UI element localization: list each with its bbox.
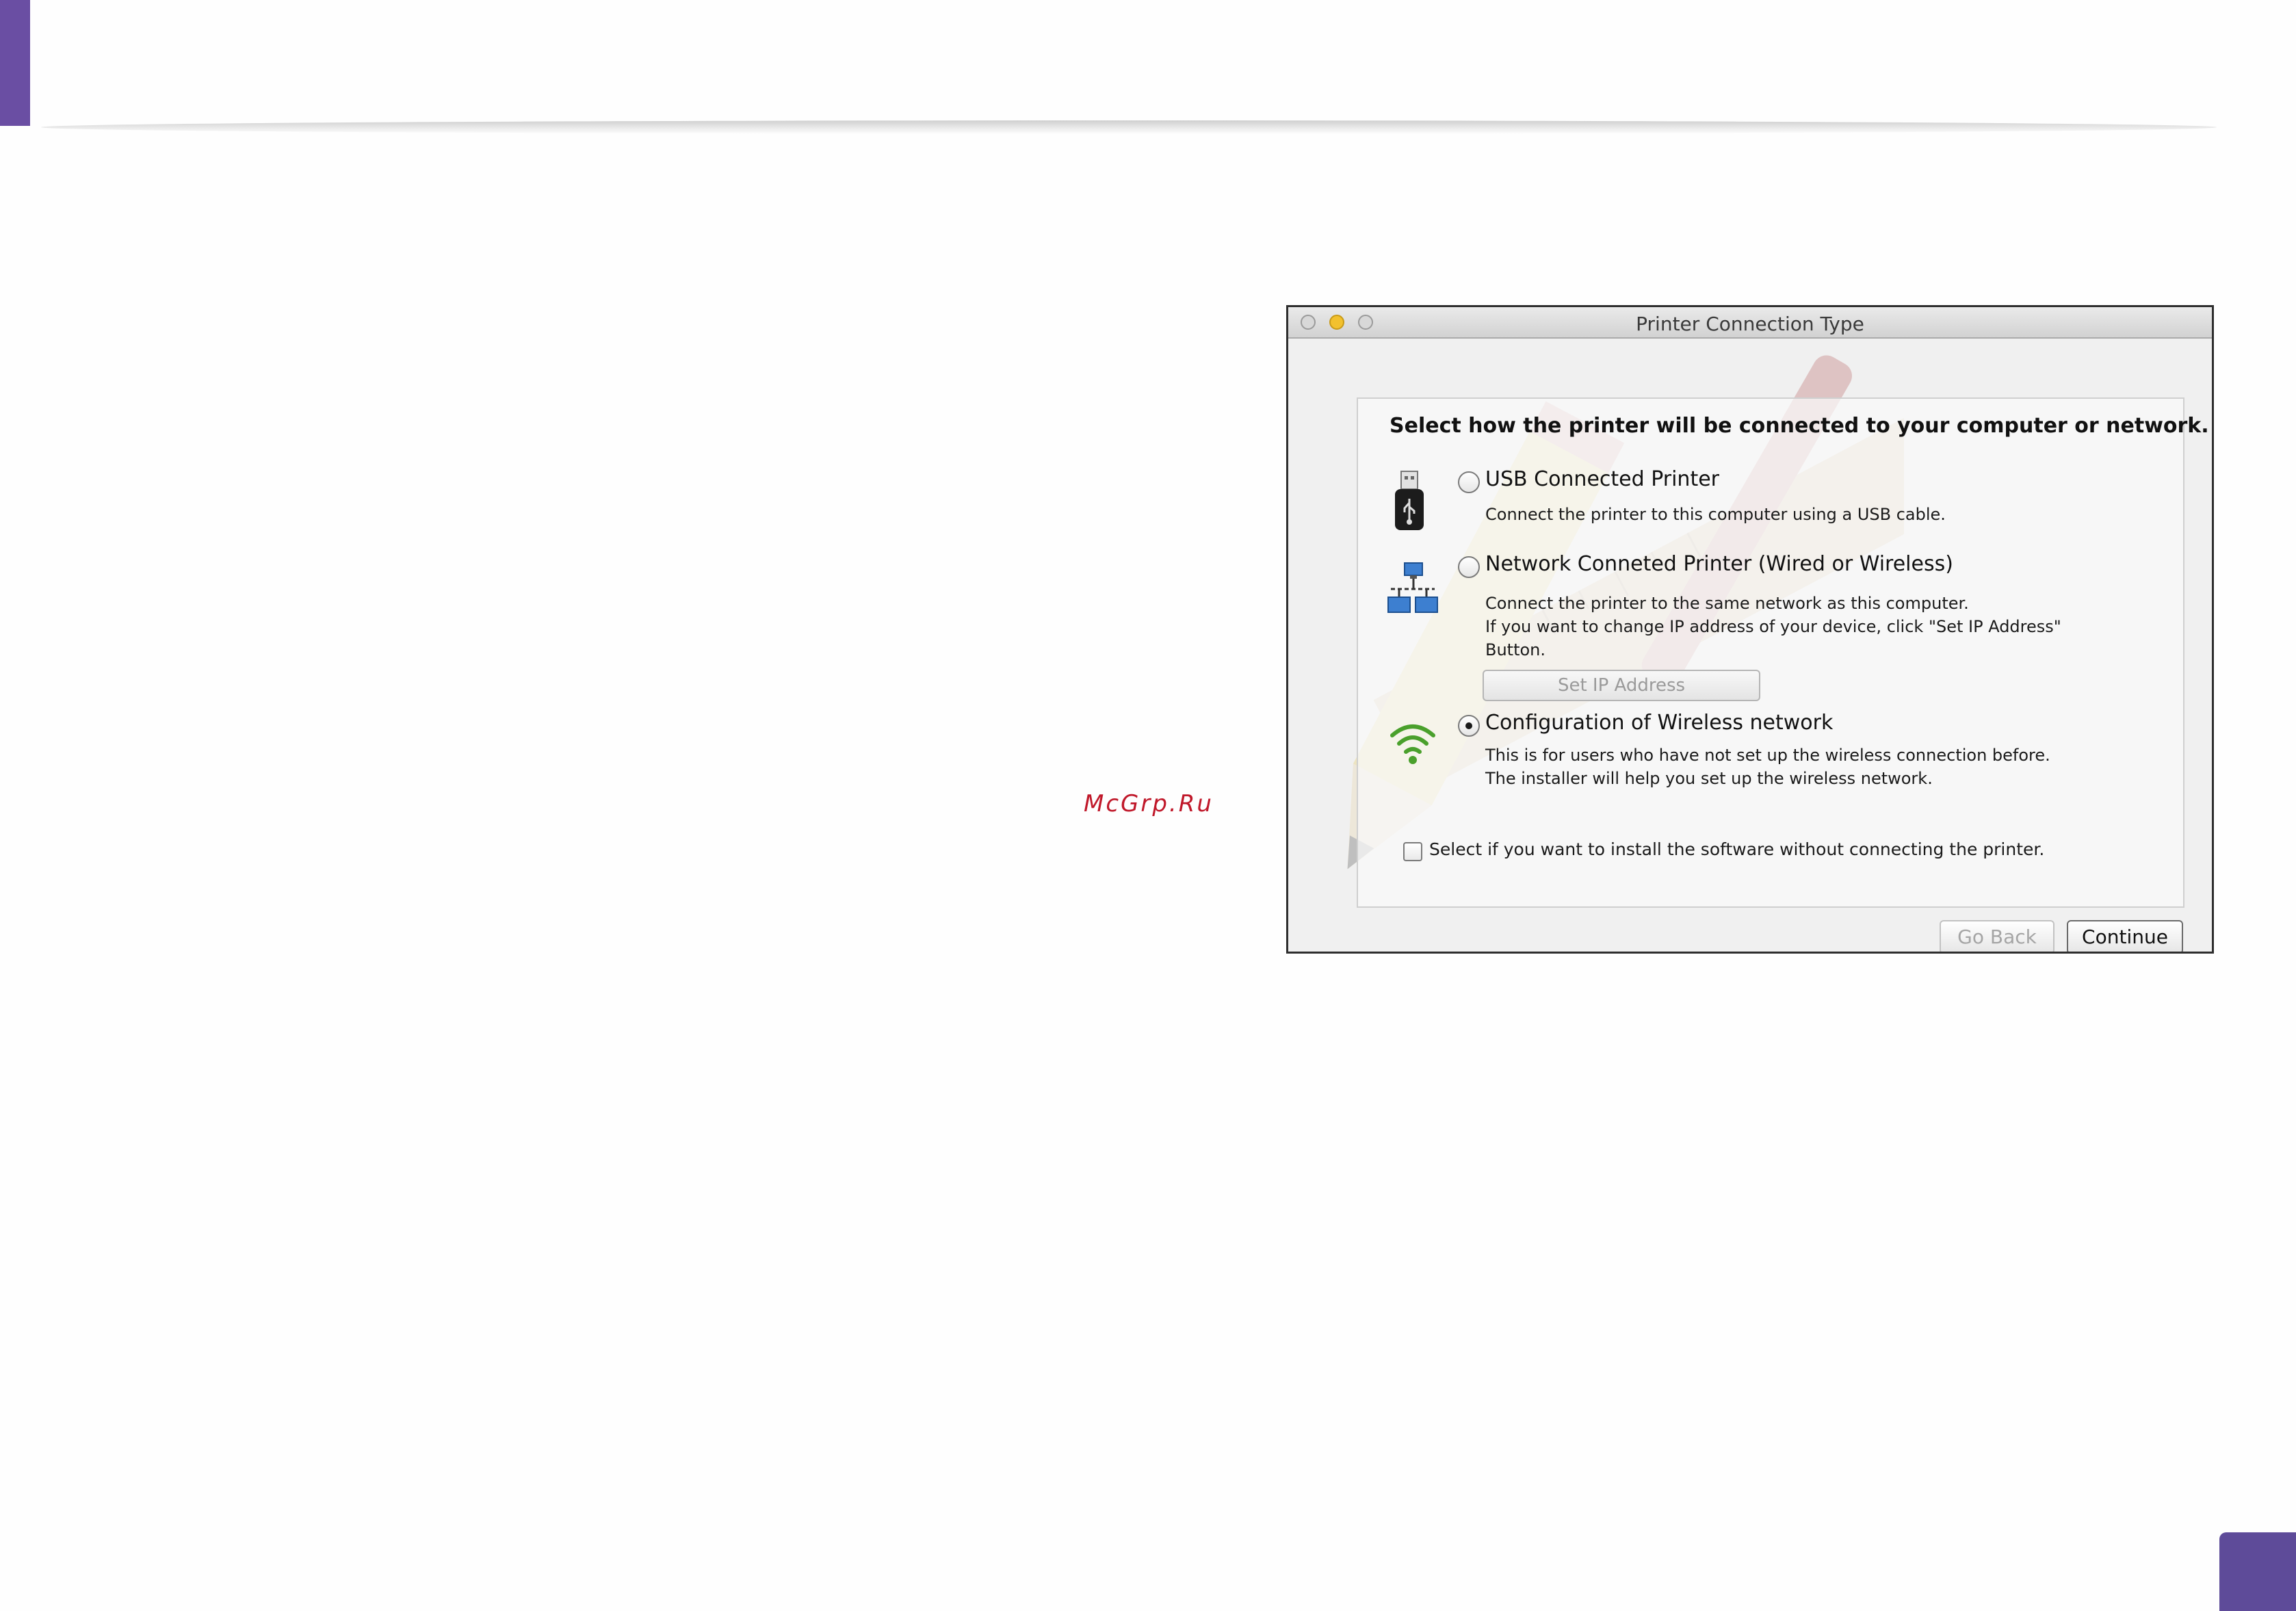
network-option-radio[interactable] (1458, 556, 1480, 578)
title-bar[interactable]: Printer Connection Type (1288, 307, 2212, 339)
network-computers-icon (1387, 562, 1438, 613)
usb-option-label[interactable]: USB Connected Printer (1485, 467, 1719, 491)
wireless-option-description-line-1: This is for users who have not set up th… (1485, 746, 2050, 765)
wireless-option-label[interactable]: Configuration of Wireless network (1485, 711, 1833, 735)
network-option-label[interactable]: Network Conneted Printer (Wired or Wirel… (1485, 552, 1953, 576)
install-without-printer-label[interactable]: Select if you want to install the softwa… (1429, 839, 2044, 859)
network-option-description-line-2: If you want to change IP address of your… (1485, 617, 2061, 636)
wifi-icon (1390, 724, 1435, 764)
printer-connection-dialog: Printer Connection Type Select how the p… (1286, 305, 2214, 954)
continue-button[interactable]: Continue (2067, 920, 2183, 952)
watermark: McGrp.Ru (1084, 790, 1214, 817)
dialog-content: Select how the printer will be connected… (1288, 339, 2212, 952)
go-back-button[interactable]: Go Back (1940, 920, 2054, 952)
header-divider (41, 120, 2217, 134)
page-number-tab (2219, 1532, 2296, 1611)
set-ip-address-button[interactable]: Set IP Address (1483, 670, 1760, 701)
options-panel: Select how the printer will be connected… (1357, 397, 2209, 908)
wireless-option-description-line-2: The installer will help you set up the w… (1485, 769, 1933, 788)
wireless-option-radio[interactable] (1458, 715, 1480, 737)
network-option-description-line-3: Button. (1485, 640, 1546, 659)
dialog-heading: Select how the printer will be connected… (1390, 414, 2209, 438)
usb-drive-icon (1395, 471, 1424, 530)
window-title: Printer Connection Type (1636, 313, 1864, 335)
install-without-printer-checkbox[interactable] (1403, 842, 1422, 861)
manual-page: McGrp.Ru Printer Connection Type Select … (0, 0, 2296, 1611)
chapter-tab (0, 0, 30, 126)
usb-option-radio[interactable] (1458, 471, 1480, 493)
network-option-description-line-1: Connect the printer to the same network … (1485, 594, 1969, 613)
usb-option-description: Connect the printer to this computer usi… (1485, 505, 1946, 524)
